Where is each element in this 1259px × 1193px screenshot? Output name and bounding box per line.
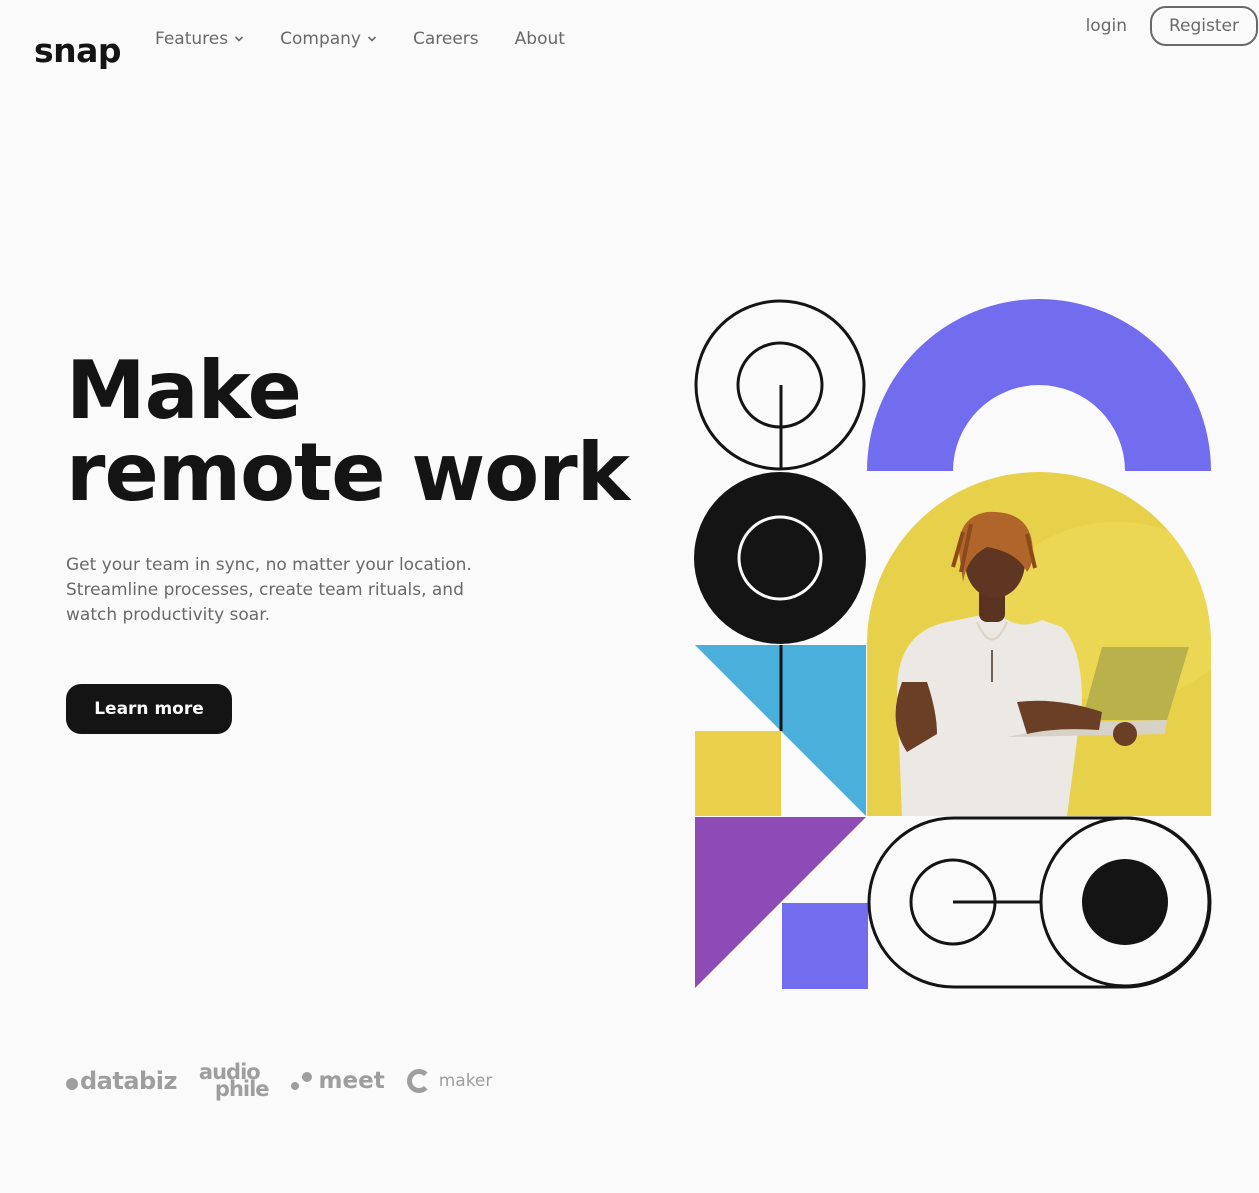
person-with-laptop-image bbox=[867, 472, 1211, 816]
client-name-bottom: phile bbox=[214, 1077, 270, 1101]
main-nav: Features Company Careers About bbox=[155, 28, 565, 50]
yellow-square-shape bbox=[695, 731, 781, 816]
concentric-rings-shape bbox=[694, 299, 866, 471]
maker-circle-icon bbox=[406, 1069, 431, 1093]
landing-page: snap Features Company Careers About logi… bbox=[0, 0, 1259, 1193]
client-name: databiz bbox=[80, 1067, 177, 1095]
client-logo-meet: meet bbox=[290, 1068, 385, 1094]
hero-subtitle: Get your team in sync, no matter your lo… bbox=[66, 555, 472, 625]
nav-item-careers[interactable]: Careers bbox=[413, 28, 479, 50]
auth-area: login Register bbox=[1086, 6, 1258, 46]
purple-arch-shape bbox=[867, 299, 1211, 471]
hero-title: Make remote work bbox=[66, 344, 630, 519]
nav-item-features[interactable]: Features bbox=[155, 28, 244, 50]
nav-item-company[interactable]: Company bbox=[280, 28, 377, 50]
client-name: meet bbox=[318, 1068, 385, 1094]
hero-title-line-2: remote work bbox=[66, 426, 630, 519]
hero-title-line-1: Make bbox=[66, 344, 302, 437]
chevron-down-icon bbox=[367, 35, 377, 43]
login-link[interactable]: login bbox=[1086, 16, 1127, 36]
client-logo-audiophile: audio phile bbox=[199, 1062, 270, 1101]
nav-item-about[interactable]: About bbox=[515, 28, 565, 50]
chevron-down-icon bbox=[234, 35, 244, 43]
register-button[interactable]: Register bbox=[1150, 6, 1258, 46]
nav-item-label: Company bbox=[280, 29, 361, 49]
client-logo-databiz: databiz bbox=[66, 1067, 177, 1095]
hero-illustration bbox=[694, 299, 1212, 991]
client-logos: databiz audio phile meet maker bbox=[66, 1062, 493, 1101]
client-name: maker bbox=[438, 1071, 493, 1091]
nav-item-label: Careers bbox=[412, 29, 479, 49]
databiz-dot-icon bbox=[66, 1077, 78, 1090]
meet-dots-icon bbox=[290, 1070, 313, 1092]
purple-square-shape bbox=[782, 903, 868, 989]
nav-item-label: About bbox=[514, 29, 565, 49]
black-circle-shape bbox=[694, 472, 866, 644]
nav-item-label: Features bbox=[155, 29, 229, 49]
learn-more-button[interactable]: Learn more bbox=[66, 684, 232, 734]
client-logo-maker: maker bbox=[406, 1069, 493, 1093]
pill-toggle-shape bbox=[867, 816, 1212, 989]
logo[interactable]: snap bbox=[34, 34, 122, 67]
